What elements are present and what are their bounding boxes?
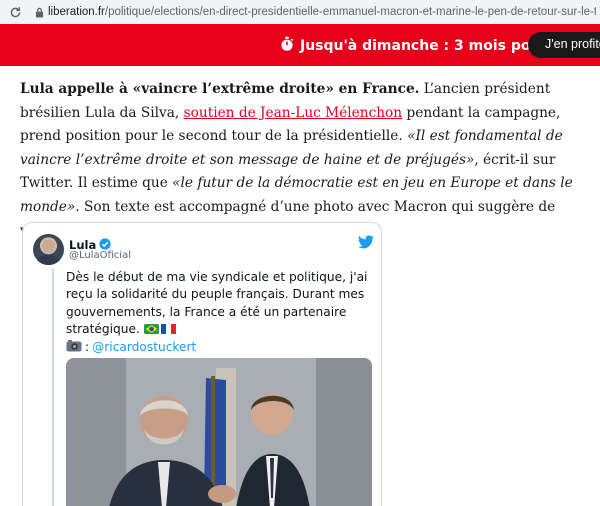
camera-separator: : bbox=[85, 340, 90, 355]
france-flag-icon bbox=[160, 322, 176, 335]
article-paragraph: Lula appelle à «vaincre l’extrême droite… bbox=[20, 78, 580, 243]
paragraph-lead: Lula appelle à «vaincre l’extrême droite… bbox=[20, 81, 420, 97]
embedded-tweet[interactable]: Lula @LulaOficial Dès le début de ma vie… bbox=[22, 222, 382, 506]
author-handle[interactable]: @LulaOficial bbox=[69, 250, 131, 261]
subscribe-button[interactable]: J'en profite bbox=[528, 32, 600, 58]
credit-row: : @ricardostuckert bbox=[66, 339, 376, 357]
melenchon-link[interactable]: soutien de Jean-Luc Mélenchon bbox=[184, 105, 403, 121]
avatar[interactable] bbox=[33, 234, 64, 265]
lock-icon[interactable] bbox=[30, 7, 48, 18]
camera-icon bbox=[66, 339, 82, 357]
photographer-mention[interactable]: @ricardostuckert bbox=[92, 339, 196, 356]
flags bbox=[143, 322, 176, 335]
reload-icon[interactable] bbox=[0, 6, 30, 19]
thread-line bbox=[52, 269, 54, 506]
subscription-banner: Jusqu'à dimanche : 3 mois pour 1 € J'en … bbox=[0, 24, 600, 66]
tweet-text: Dès le début de ma vie syndicale et poli… bbox=[66, 270, 368, 337]
tweet-body: Dès le début de ma vie syndicale et poli… bbox=[66, 269, 376, 357]
brazil-flag-icon bbox=[143, 322, 159, 335]
url-path: /politique/elections/en-direct-president… bbox=[104, 6, 596, 18]
stopwatch-icon bbox=[280, 36, 294, 56]
tweet-photo[interactable] bbox=[66, 358, 372, 506]
browser-address-bar: liberation.fr/politique/elections/en-dir… bbox=[0, 0, 600, 24]
url-host: liberation.fr bbox=[48, 6, 105, 18]
twitter-bird-icon[interactable] bbox=[358, 234, 374, 253]
url-field[interactable]: liberation.fr/politique/elections/en-dir… bbox=[48, 6, 596, 18]
